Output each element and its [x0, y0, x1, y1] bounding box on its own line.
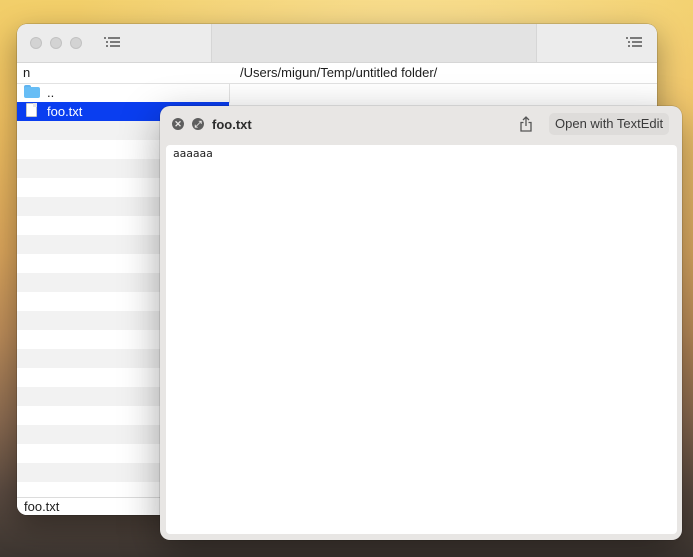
list-item-parent-folder[interactable]: .. — [17, 83, 229, 102]
fullscreen-icon[interactable]: ⤢ — [192, 118, 204, 130]
list-view-icon[interactable] — [104, 37, 120, 49]
title-bar[interactable] — [17, 24, 657, 63]
share-icon[interactable] — [519, 116, 533, 132]
open-with-textedit-button[interactable]: Open with TextEdit — [549, 113, 670, 135]
name-column-header[interactable]: n — [23, 65, 30, 80]
column-divider — [229, 83, 230, 103]
minimize-window-button[interactable] — [50, 37, 62, 49]
list-item-label: foo.txt — [47, 104, 83, 119]
toolbar-center-area — [212, 24, 536, 62]
zoom-window-button[interactable] — [70, 37, 82, 49]
column-header-row: n /Users/migun/Temp/untitled folder/ — [17, 63, 657, 84]
close-icon[interactable]: ✕ — [172, 118, 184, 130]
file-preview: aaaaaa — [166, 145, 677, 534]
list-view-icon[interactable] — [626, 37, 642, 49]
quick-look-panel[interactable]: ✕ ⤢ foo.txt Open with TextEdit aaaaaa — [160, 106, 682, 540]
list-item-label: .. — [47, 85, 55, 100]
quick-look-title: foo.txt — [212, 117, 252, 132]
toolbar-divider — [536, 24, 537, 62]
folder-icon — [24, 85, 40, 98]
file-contents: aaaaaa — [173, 147, 213, 160]
close-window-button[interactable] — [30, 37, 42, 49]
text-file-icon — [26, 103, 37, 117]
path-column-header: /Users/migun/Temp/untitled folder/ — [240, 65, 438, 80]
status-text: foo.txt — [24, 499, 60, 514]
